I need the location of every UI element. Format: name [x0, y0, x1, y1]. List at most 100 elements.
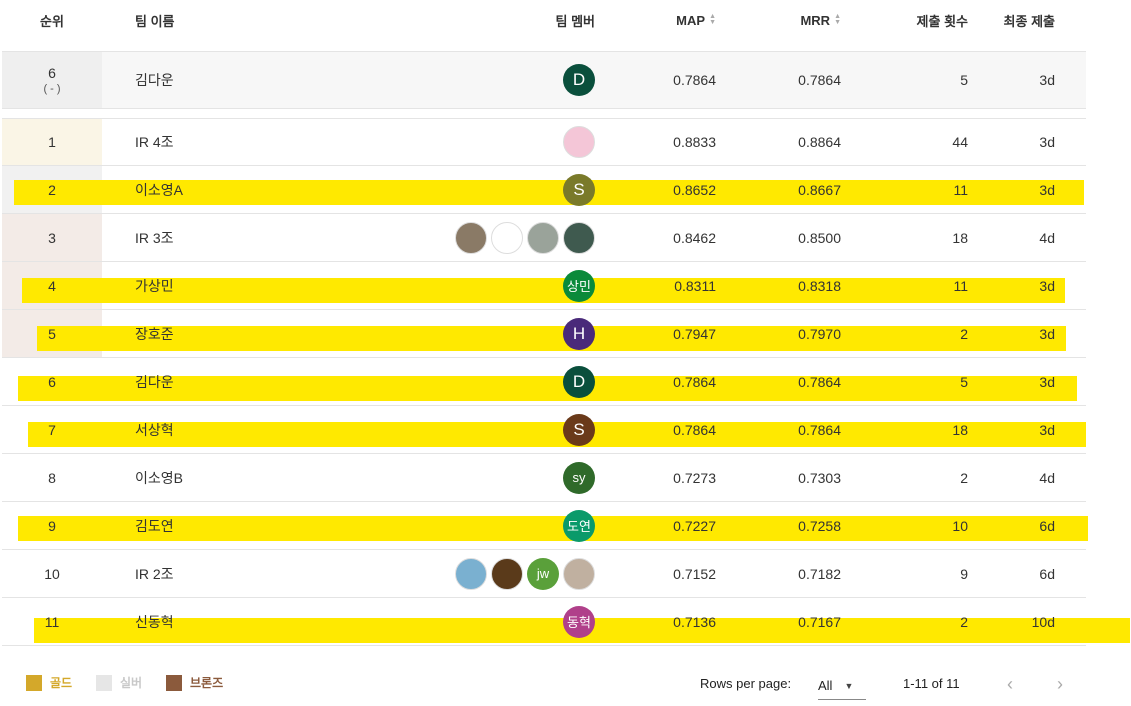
caret-down-icon: ▼ — [844, 680, 854, 691]
mrr-value: 0.8864 — [798, 134, 841, 150]
sort-icon[interactable]: ▲ ▼ — [834, 13, 841, 26]
table-row[interactable]: 3 IR 3조 0.8462 0.8500 18 4d — [2, 214, 1086, 262]
mrr-value: 0.8318 — [798, 277, 841, 294]
rank-cell: 6 ( - ) — [2, 52, 102, 108]
map-value: 0.7273 — [673, 469, 716, 486]
map-value: 0.7947 — [673, 325, 716, 342]
rank-number: 8 — [48, 469, 56, 486]
team-name: 서상혁 — [135, 421, 174, 438]
legend-silver: 실버 — [96, 674, 142, 691]
map-value: 0.8462 — [673, 229, 716, 246]
avatar[interactable]: sy — [563, 461, 595, 494]
last-submission: 10d — [1031, 613, 1055, 630]
mrr-value: 0.8500 — [798, 229, 841, 246]
avatar[interactable] — [527, 221, 559, 254]
avatar[interactable]: S — [563, 413, 595, 446]
table-row[interactable]: 2 이소영A S 0.8652 0.8667 11 3d — [2, 166, 1086, 214]
header-map[interactable]: MAP ▲ ▼ — [622, 0, 716, 40]
header-submissions[interactable]: 제출 횟수 — [872, 0, 968, 40]
header-mrr[interactable]: MRR ▲ ▼ — [747, 0, 841, 40]
mrr-value: 0.7303 — [798, 469, 841, 486]
last-submission: 3d — [1039, 373, 1055, 390]
submission-count: 44 — [952, 134, 968, 150]
team-members: S — [435, 406, 595, 453]
table-row[interactable]: 1 IR 4조 0.8833 0.8864 44 3d — [2, 118, 1086, 166]
team-members — [435, 119, 595, 165]
submission-count: 11 — [953, 181, 968, 198]
team-name: 김다운 — [135, 373, 174, 390]
mrr-value: 0.8667 — [798, 181, 841, 198]
rank-number: 4 — [48, 277, 56, 294]
rank-number: 2 — [48, 181, 56, 198]
rank-number: 5 — [48, 325, 56, 342]
header-mrr-label: MRR — [800, 12, 831, 28]
submission-count: 9 — [960, 565, 968, 582]
table-row[interactable]: 4 가상민 상민 0.8311 0.8318 11 3d — [2, 262, 1086, 310]
header-rank[interactable]: 순위 — [2, 0, 102, 40]
avatar[interactable]: H — [563, 317, 595, 350]
table-row[interactable]: 7 서상혁 S 0.7864 0.7864 18 3d — [2, 406, 1086, 454]
rank-number: 7 — [48, 421, 56, 438]
table-row[interactable]: 6 김다운 D 0.7864 0.7864 5 3d — [2, 358, 1086, 406]
table-row[interactable]: 11 신동혁 동혁 0.7136 0.7167 2 10d — [2, 598, 1086, 646]
team-name: 가상민 — [135, 277, 174, 294]
sort-icon[interactable]: ▲ ▼ — [709, 13, 716, 26]
avatar[interactable]: 동혁 — [563, 605, 595, 638]
header-team-members-label: 팀 멤버 — [555, 13, 596, 29]
last-submission: 3d — [1039, 325, 1055, 342]
mrr-value: 0.7258 — [798, 517, 841, 534]
avatar[interactable] — [563, 221, 595, 254]
rank-change: ( - ) — [43, 83, 61, 95]
mrr-value: 0.7167 — [798, 613, 841, 630]
submission-count: 2 — [960, 469, 968, 486]
team-members: 상민 — [435, 262, 595, 309]
last-submission: 4d — [1039, 469, 1055, 486]
table-row[interactable]: 8 이소영B sy 0.7273 0.7303 2 4d — [2, 454, 1086, 502]
avatar[interactable] — [455, 557, 487, 590]
last-submission: 3d — [1039, 72, 1055, 88]
rank-number: 1 — [48, 134, 56, 150]
avatar[interactable] — [563, 557, 595, 590]
last-submission: 3d — [1039, 277, 1055, 294]
legend-swatch — [166, 674, 182, 691]
chevron-left-icon[interactable]: ‹ — [998, 672, 1022, 696]
avatar[interactable] — [563, 126, 595, 158]
team-members: D — [435, 358, 595, 405]
rows-per-page-select[interactable]: All ▼ — [818, 672, 866, 700]
avatar[interactable] — [491, 557, 523, 590]
legend-swatch — [96, 674, 112, 691]
my-team-row[interactable]: 6 ( - ) 김다운 D 0.7864 0.7864 5 3d — [2, 51, 1086, 109]
legend-label: 브론즈 — [190, 676, 224, 690]
avatar[interactable]: jw — [527, 557, 559, 590]
avatar[interactable]: 도연 — [563, 509, 595, 542]
header-last-submission[interactable]: 최종 제출 — [977, 0, 1055, 40]
avatar[interactable] — [491, 221, 523, 254]
avatar[interactable]: 상민 — [563, 269, 595, 302]
rank-number: 6 — [48, 373, 56, 390]
team-members: D — [435, 52, 595, 108]
team-members: jw — [435, 550, 595, 597]
rows-per-page-value: All — [818, 678, 833, 693]
map-value: 0.7152 — [673, 565, 716, 582]
header-team-members[interactable]: 팀 멤버 — [435, 0, 596, 40]
team-name: 신동혁 — [135, 613, 174, 630]
submission-count: 11 — [953, 277, 968, 294]
submission-count: 5 — [960, 373, 968, 390]
team-members: 도연 — [435, 502, 595, 549]
avatar[interactable]: D — [563, 64, 595, 96]
team-name: 김다운 — [135, 72, 174, 88]
chevron-right-icon[interactable]: › — [1048, 672, 1072, 696]
rank-number: 11 — [44, 613, 60, 630]
team-members: sy — [435, 454, 595, 501]
submission-count: 10 — [952, 517, 968, 534]
mrr-value: 0.7182 — [798, 565, 841, 582]
table-row[interactable]: 10 IR 2조 jw 0.7152 0.7182 9 6d — [2, 550, 1086, 598]
avatar[interactable]: D — [563, 365, 595, 398]
avatar[interactable]: S — [563, 173, 595, 206]
team-name: 김도연 — [135, 517, 174, 534]
mrr-value: 0.7864 — [798, 373, 841, 390]
header-team-name[interactable]: 팀 이름 — [135, 0, 435, 40]
table-row[interactable]: 5 장호준 H 0.7947 0.7970 2 3d — [2, 310, 1086, 358]
avatar[interactable] — [455, 221, 487, 254]
table-row[interactable]: 9 김도연 도연 0.7227 0.7258 10 6d — [2, 502, 1086, 550]
